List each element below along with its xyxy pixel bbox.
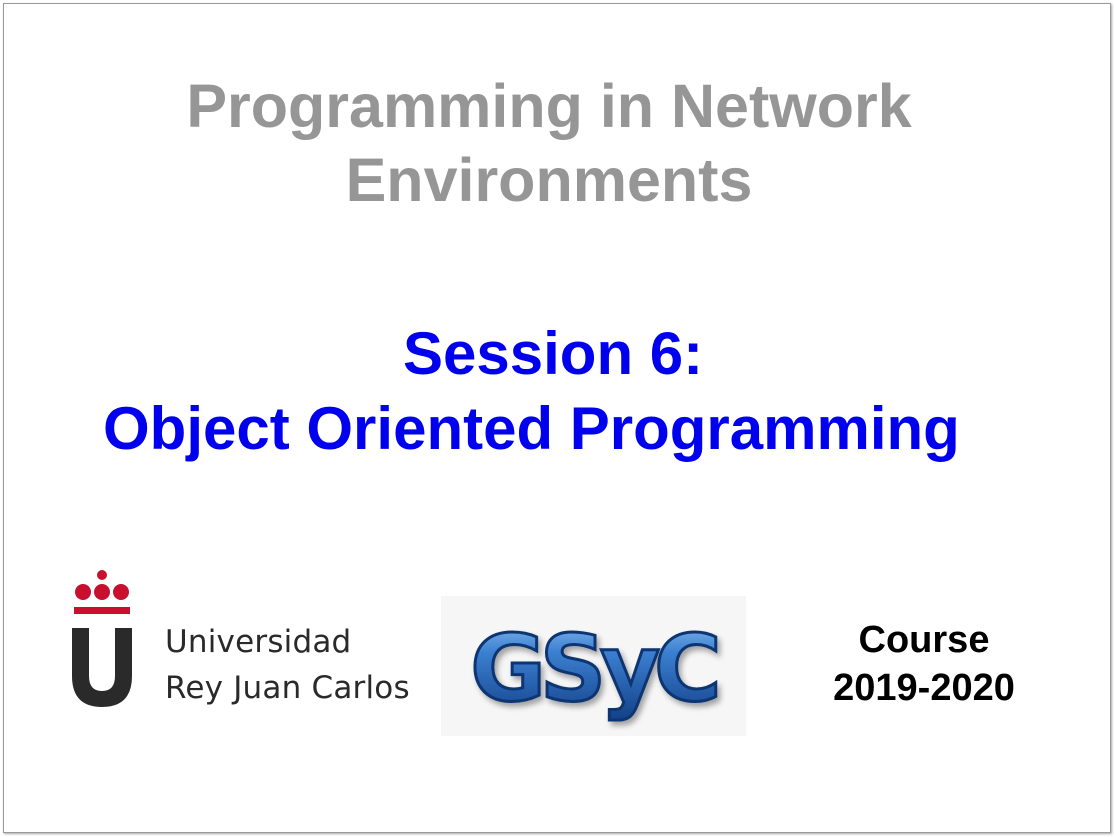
session-number: Session 6: xyxy=(403,320,704,387)
course-years: 2019-2020 xyxy=(833,667,1015,709)
gsyc-logo-icon: GSyC xyxy=(441,596,746,736)
svg-text:GSyC: GSyC xyxy=(470,615,716,722)
slide-title-line2: Environments xyxy=(345,146,753,214)
university-name-line2: Rey Juan Carlos xyxy=(165,670,410,706)
university-name-line1: Universidad xyxy=(165,624,352,660)
slide: Programming in Network Environments Sess… xyxy=(3,3,1111,833)
course-label: Course xyxy=(858,619,990,661)
slide-title-line1: Programming in Network xyxy=(186,72,912,140)
session-topic: Object Oriented Programming xyxy=(103,395,960,462)
